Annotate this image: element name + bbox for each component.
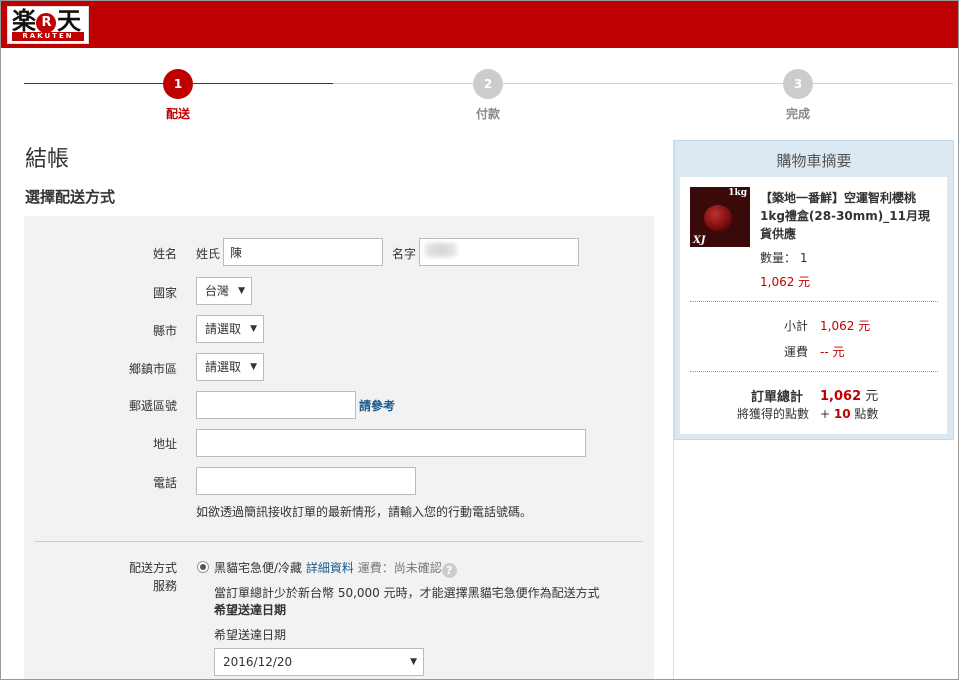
step-3-circle: 3 (783, 69, 813, 99)
shipping-option-radio[interactable] (197, 561, 209, 573)
postal-label: 郵遞區號 (128, 399, 177, 413)
quantity-value: 1 (799, 251, 808, 265)
points-label: 將獲得的點數 (737, 407, 810, 421)
phone-input[interactable] (196, 467, 416, 495)
surname-input[interactable] (223, 238, 383, 266)
subtotal-value: 1,062 元 (820, 319, 871, 333)
redacted-given-name (425, 243, 457, 257)
surname-label: 姓氏 (196, 247, 221, 261)
shipping-method-label: 配送方式 (128, 561, 177, 575)
points-value: 10 (833, 407, 851, 421)
country-select-value: 台灣 (205, 284, 230, 298)
step-2-circle: 2 (473, 69, 503, 99)
step-progress-line-pending (333, 83, 953, 84)
country-label: 國家 (152, 286, 177, 300)
checkout-window: 楽R天 RAKUTEN 1 配送 2 付款 3 完成 結帳 選擇配送方式 姓名 … (0, 0, 959, 680)
shipping-option-label: 黑貓宅急便/冷藏 (214, 561, 303, 575)
item-price: 1,062 元 (760, 275, 811, 289)
preferred-date-value: 2016/12/20 (223, 655, 293, 669)
shipping-fee-text: 運費：尚未確認 (357, 561, 442, 575)
quantity-line: 數量： 1 (760, 249, 807, 266)
shipping-service-label: 服務 (152, 579, 177, 593)
points-line: + 10 點數 (820, 405, 878, 422)
order-total-line: 1,062 元 (820, 385, 878, 404)
subtotal-label: 小計 (784, 319, 809, 333)
order-total-label: 訂單總計 (751, 390, 804, 405)
cart-summary-title: 購物車摘要 (776, 152, 852, 170)
cart-divider-2 (690, 371, 938, 372)
postal-reference-link[interactable]: 請參考 (359, 397, 395, 414)
order-total-unit: 元 (865, 389, 879, 404)
name-label: 姓名 (152, 247, 177, 261)
given-name-label: 名字 (392, 247, 417, 261)
order-total-value: 1,062 (820, 389, 862, 404)
product-image-size-tag: XJ (693, 235, 706, 246)
address-input[interactable] (196, 429, 586, 457)
shipping-fee-label: 運費 (784, 345, 809, 359)
rakuten-logo[interactable]: 楽R天 RAKUTEN (7, 6, 89, 44)
step-3-label: 完成 (785, 107, 810, 121)
shipping-fee-value: -- 元 (820, 345, 845, 359)
points-unit: 點數 (854, 407, 879, 421)
header-bar: 楽R天 RAKUTEN (1, 1, 958, 48)
preferred-date-label: 希望送達日期 (214, 628, 287, 642)
county-select-value: 請選取 (205, 322, 242, 336)
product-image-weight-tag: 1kg (728, 188, 747, 198)
logo-word: RAKUTEN (12, 32, 84, 41)
logo-glyphs: 楽R天 (12, 6, 81, 35)
shipping-option-line: 黑貓宅急便/冷藏 詳細資料 運費：尚未確認? (214, 559, 457, 578)
step-2-label: 付款 (475, 107, 500, 121)
county-label: 縣市 (152, 324, 177, 338)
postal-input[interactable] (196, 391, 356, 419)
chevron-down-icon: ▼ (250, 362, 257, 372)
section-title: 選擇配送方式 (25, 188, 116, 206)
chevron-down-icon: ▼ (410, 657, 417, 667)
form-divider (35, 541, 643, 542)
step-1-circle: 1 (163, 69, 193, 99)
product-name[interactable]: 【築地一番鮮】空運智利櫻桃1kg禮盒(28-30mm)_11月現貨供應 (760, 189, 940, 243)
cherry-shape (704, 205, 732, 231)
shipping-notice: 當訂單總計少於新台幣 50,000 元時，才能選擇黑貓宅急便作為配送方式 (214, 586, 600, 600)
phone-label: 電話 (152, 476, 177, 490)
district-select[interactable]: 請選取 ▼ (196, 353, 264, 381)
help-icon[interactable]: ? (441, 563, 457, 578)
shipping-details-link[interactable]: 詳細資料 (306, 561, 354, 575)
address-label: 地址 (152, 437, 177, 451)
county-select[interactable]: 請選取 ▼ (196, 315, 264, 343)
preferred-date-heading: 希望送達日期 (214, 603, 287, 617)
product-image[interactable]: 1kg XJ (690, 187, 750, 247)
district-select-value: 請選取 (205, 360, 242, 374)
district-label: 鄉鎮市區 (128, 362, 177, 376)
chevron-down-icon: ▼ (250, 324, 257, 334)
cart-divider-1 (690, 301, 938, 302)
country-select[interactable]: 台灣 ▼ (196, 277, 252, 305)
phone-hint: 如欲透過簡訊接收訂單的最新情形，請輸入您的行動電話號碼。 (196, 505, 533, 519)
step-1-label: 配送 (165, 107, 190, 121)
page-title: 結帳 (25, 147, 70, 172)
preferred-date-select[interactable]: 2016/12/20 ▼ (214, 648, 424, 676)
quantity-label: 數量： (760, 251, 797, 265)
chevron-down-icon: ▼ (238, 286, 245, 296)
points-prefix: + (820, 407, 831, 421)
